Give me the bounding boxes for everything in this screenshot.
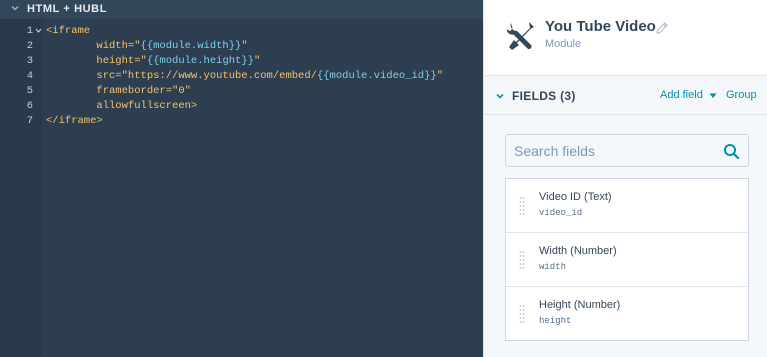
code-token: " xyxy=(253,55,261,67)
line-number: 6 xyxy=(26,100,33,112)
line-number: 5 xyxy=(26,85,33,97)
fields-section-header: FIELDS (3) Add field Group xyxy=(484,77,767,115)
group-button[interactable]: Group xyxy=(726,89,757,101)
fold-arrow-icon[interactable] xyxy=(35,27,42,34)
field-label: Height (Number) xyxy=(539,299,621,311)
code-token: allowfullscreen> xyxy=(46,100,198,112)
field-item-width[interactable]: Width (Number) width xyxy=(506,233,748,287)
code-token: src="https://www.youtube.com/embed/ xyxy=(46,70,317,82)
line-number: 3 xyxy=(26,55,33,67)
code-editor[interactable]: HTML + HUBL 1 2 3 4 5 6 7 <iframe width=… xyxy=(0,0,483,357)
hubl-variable-token: {{module.width}} xyxy=(140,40,242,52)
field-label: Width (Number) xyxy=(539,245,617,257)
code-line[interactable]: <iframe xyxy=(46,24,90,39)
drag-handle-icon[interactable] xyxy=(519,304,525,324)
field-key: height xyxy=(539,316,572,326)
code-line[interactable]: width="{{module.width}}" xyxy=(46,39,248,54)
field-list: Video ID (Text) video_id Width (Number) … xyxy=(505,178,749,341)
search-fields-box[interactable] xyxy=(505,134,749,167)
field-item-video-id[interactable]: Video ID (Text) video_id xyxy=(506,179,748,233)
editor-section-header[interactable]: HTML + HUBL xyxy=(0,0,483,19)
module-subtitle: Module xyxy=(545,38,582,50)
code-token: " xyxy=(436,70,443,82)
code-line[interactable]: frameborder="0" xyxy=(46,84,191,99)
tools-icon xyxy=(506,22,534,50)
code-token: </iframe> xyxy=(46,115,103,127)
caret-down-icon[interactable] xyxy=(709,93,717,99)
hubl-variable-token: {{module.height}} xyxy=(146,55,254,67)
line-number-gutter: 1 2 3 4 5 6 7 xyxy=(0,19,42,357)
code-line[interactable]: allowfullscreen> xyxy=(46,99,197,114)
field-item-height[interactable]: Height (Number) height xyxy=(506,287,748,341)
code-line[interactable]: src="https://www.youtube.com/embed/{{mod… xyxy=(46,69,443,84)
line-number: 4 xyxy=(26,70,33,82)
code-token: width=" xyxy=(46,40,141,52)
search-fields-input[interactable] xyxy=(514,141,714,161)
module-title: You Tube Video xyxy=(545,18,656,35)
code-token: height=" xyxy=(46,55,147,67)
hubl-variable-token: {{module.video_id}} xyxy=(316,70,437,82)
pencil-edit-icon[interactable] xyxy=(655,21,669,35)
add-field-button[interactable]: Add field xyxy=(660,89,703,101)
module-header: You Tube Video Module xyxy=(484,0,767,76)
code-token: <iframe xyxy=(46,25,91,37)
code-token: frameborder="0" xyxy=(46,85,191,97)
line-number: 7 xyxy=(26,115,33,127)
code-token: " xyxy=(241,40,248,52)
module-inspector-panel: You Tube Video Module FIELDS (3) Add fie… xyxy=(483,0,767,357)
code-line[interactable]: </iframe> xyxy=(46,114,103,129)
search-icon[interactable] xyxy=(723,143,740,160)
code-line[interactable]: height="{{module.height}}" xyxy=(46,54,260,69)
chevron-down-icon[interactable] xyxy=(9,2,21,14)
field-key: width xyxy=(539,262,567,272)
editor-section-title: HTML + HUBL xyxy=(27,3,108,15)
field-label: Video ID (Text) xyxy=(539,191,612,203)
field-key: video_id xyxy=(539,208,583,218)
fields-section-title[interactable]: FIELDS (3) xyxy=(512,89,576,103)
drag-handle-icon[interactable] xyxy=(519,250,525,270)
drag-handle-icon[interactable] xyxy=(519,196,525,216)
chevron-down-icon[interactable] xyxy=(495,91,505,101)
line-number: 1 xyxy=(26,25,33,37)
line-number: 2 xyxy=(26,40,33,52)
